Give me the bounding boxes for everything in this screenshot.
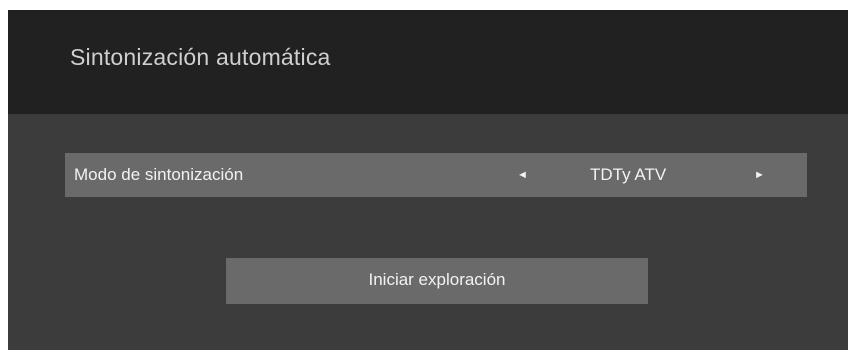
header-bar: Sintonización automática — [8, 10, 848, 114]
tuning-mode-value: TDTy ATV — [590, 165, 667, 184]
tuning-mode-selector[interactable]: Modo de sintonización ◄ TDTy ATV ► — [65, 153, 807, 197]
arrow-left-icon[interactable]: ◄ — [517, 153, 528, 197]
tuning-mode-label: Modo de sintonización — [74, 165, 244, 184]
arrow-right-icon[interactable]: ► — [754, 153, 765, 197]
page-title: Sintonización automática — [70, 44, 331, 70]
start-scan-button[interactable]: Iniciar exploración — [226, 258, 648, 304]
tv-settings-screen: Sintonización automática Modo de sintoni… — [8, 10, 848, 350]
